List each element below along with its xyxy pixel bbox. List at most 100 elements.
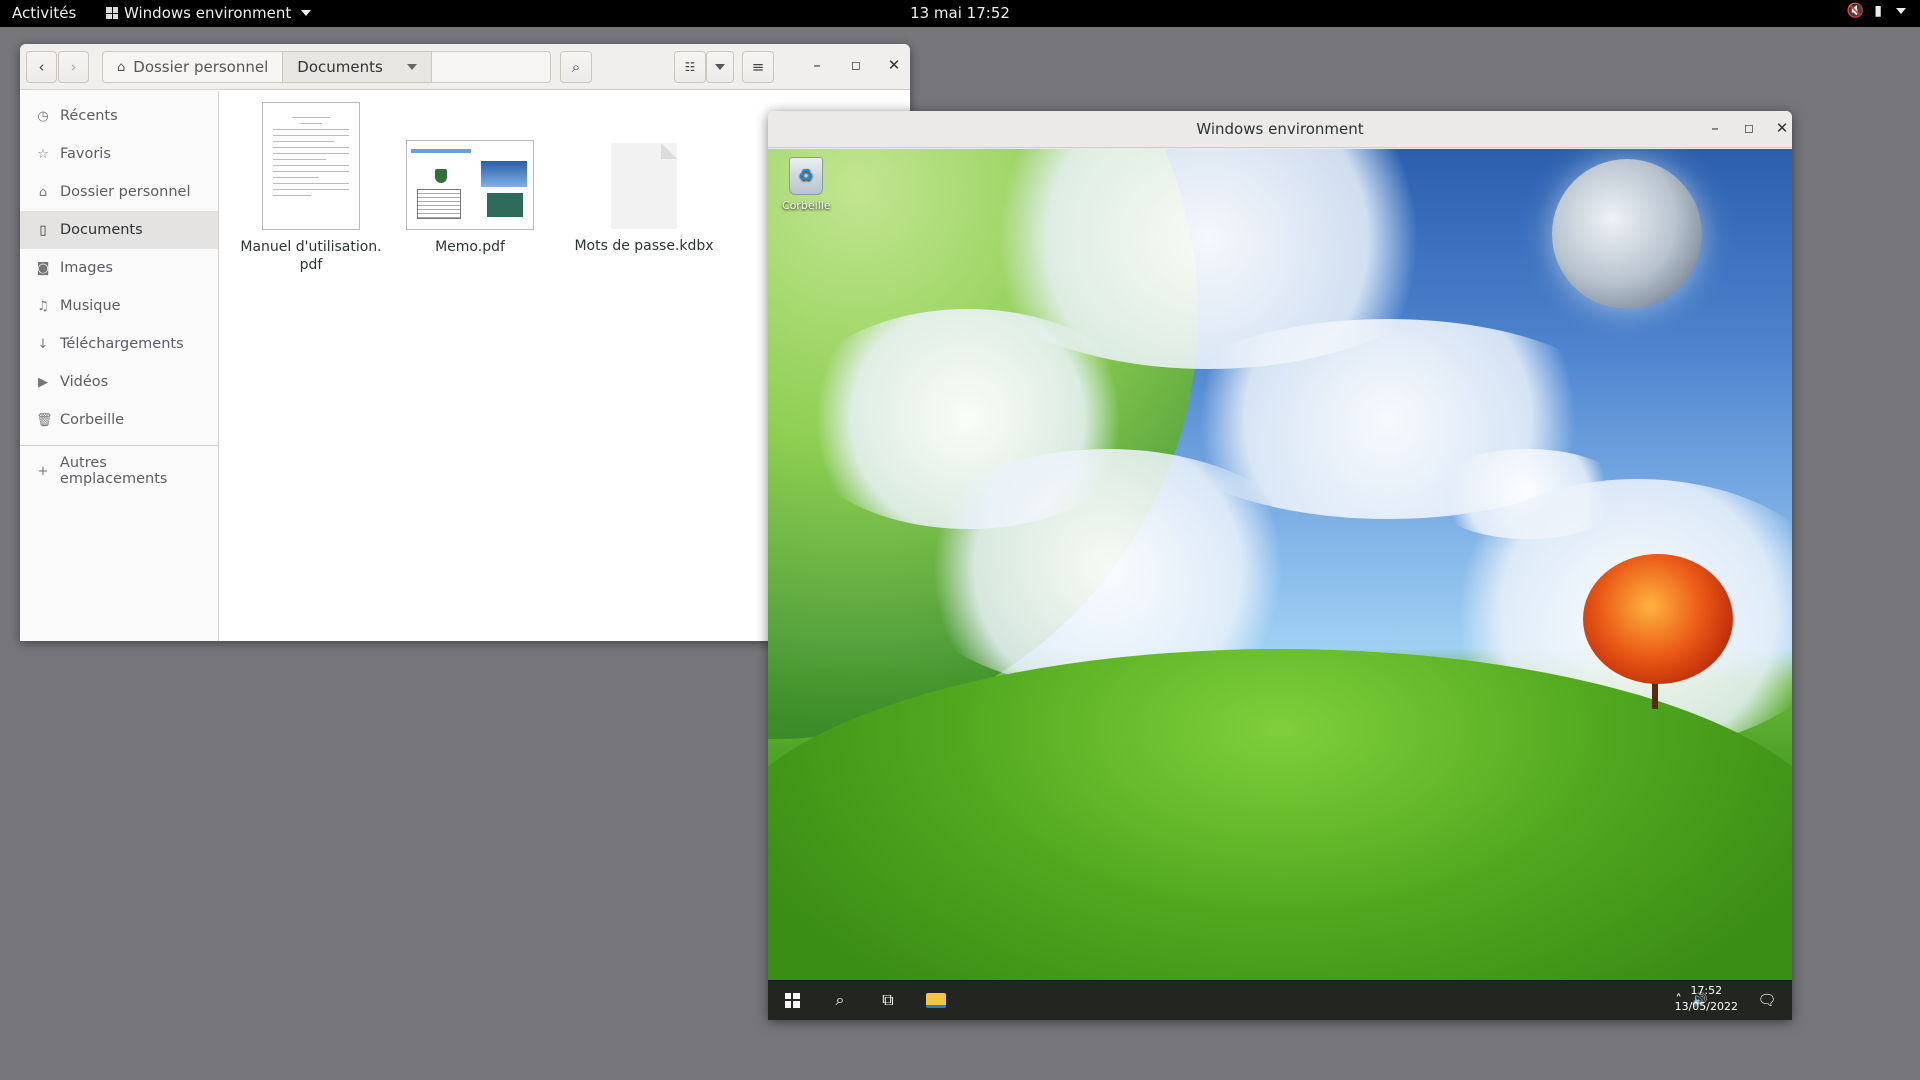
- action-center-button[interactable]: 🗨: [1752, 980, 1782, 1020]
- sidebar-item-home[interactable]: ⌂ Dossier personnel: [20, 173, 218, 211]
- file-name: Manuel d'utilisation.: [240, 239, 382, 255]
- windows-logo-icon: [784, 992, 800, 1008]
- files-headerbar: ‹ › ⌂ Dossier personnel Documents ⌕ ☷ ≡ …: [20, 44, 910, 90]
- search-icon: ⌕: [571, 58, 581, 76]
- sidebar-item-label: Images: [60, 260, 113, 276]
- chevron-down-icon: [406, 64, 417, 70]
- places-sidebar: ◷ Récents ☆ Favoris ⌂ Dossier personnel ▯ Do…: [20, 91, 219, 641]
- home-icon: ⌂: [38, 184, 48, 200]
- taskbar-search-button[interactable]: ⌕: [816, 980, 864, 1020]
- taskbar-time: 17:52: [1690, 984, 1723, 997]
- pdf-thumbnail: [262, 102, 360, 230]
- sidebar-item-label: Dossier personnel: [60, 184, 191, 200]
- file-name: Mots de passe.kdbx: [574, 238, 714, 254]
- task-view-icon: ⧉: [882, 990, 894, 1009]
- path-documents-segment[interactable]: Documents: [283, 52, 432, 82]
- volume-muted-icon[interactable]: 🔇: [1847, 3, 1864, 19]
- notification-icon: 🗨: [1757, 991, 1777, 1009]
- path-current-label: Documents: [297, 58, 383, 76]
- sidebar-item-downloads[interactable]: ↓ Téléchargements: [20, 325, 218, 363]
- sidebar-item-recents[interactable]: ◷ Récents: [20, 97, 218, 135]
- windows-desktop[interactable]: Corbeille: [768, 149, 1792, 981]
- sidebar-item-label: Récents: [60, 108, 118, 124]
- close-button[interactable]: ✕: [1772, 119, 1792, 137]
- star-icon: ☆: [37, 146, 49, 162]
- wallpaper-hill: [768, 649, 1792, 981]
- taskbar-date: 13/05/2022: [1674, 1000, 1738, 1013]
- path-bar: ⌂ Dossier personnel Documents: [102, 51, 551, 83]
- view-list-button[interactable]: ☷: [674, 51, 706, 83]
- back-button[interactable]: ‹: [26, 51, 57, 83]
- path-empty-area[interactable]: [431, 52, 550, 82]
- task-view-button[interactable]: ⧉: [864, 980, 912, 1020]
- sidebar-item-label: Musique: [60, 298, 121, 314]
- battery-icon[interactable]: ▮: [1874, 3, 1882, 19]
- download-icon: ↓: [37, 336, 49, 352]
- clock-icon: ◷: [37, 108, 49, 124]
- sidebar-item-label: Vidéos: [60, 374, 109, 390]
- system-tray[interactable]: 🔇 ▮: [1847, 3, 1906, 19]
- sidebar-item-label: Corbeille: [60, 412, 125, 428]
- recycle-bin-icon: [789, 157, 823, 195]
- vm-titlebar: Windows environment – ◻ ✕: [768, 111, 1792, 148]
- windows-taskbar: ⌕ ⧉ ˄ 🔊 17:52 13/05/2022 🗨: [768, 980, 1792, 1020]
- file-item[interactable]: Mots de passe.kdbx: [569, 143, 719, 255]
- chevron-down-icon: [715, 64, 725, 70]
- sidebar-item-music[interactable]: ♫ Musique: [20, 287, 218, 325]
- camera-icon: ◙: [36, 260, 50, 276]
- view-options-button[interactable]: [706, 51, 734, 83]
- music-icon: ♫: [37, 298, 49, 314]
- taskbar-clock[interactable]: 17:52 13/05/2022: [1675, 983, 1738, 1015]
- sidebar-item-label: Documents: [60, 222, 143, 238]
- file-explorer-button[interactable]: [912, 980, 960, 1020]
- chevron-right-icon: ›: [70, 58, 77, 76]
- sidebar-item-favorites[interactable]: ☆ Favoris: [20, 135, 218, 173]
- hamburger-icon: ≡: [751, 58, 765, 76]
- wallpaper-moon: [1552, 159, 1702, 309]
- file-name: Memo.pdf: [435, 239, 505, 255]
- file-item[interactable]: Manuel d'utilisation. pdf: [236, 102, 386, 274]
- video-icon: ▶: [38, 374, 48, 390]
- sidebar-item-videos[interactable]: ▶ Vidéos: [20, 363, 218, 401]
- minimize-button[interactable]: –: [1705, 119, 1725, 137]
- start-button[interactable]: [768, 980, 816, 1020]
- activities-button[interactable]: Activités: [12, 4, 76, 22]
- windows-app-icon: [106, 7, 118, 19]
- folder-icon: [926, 992, 946, 1008]
- system-menu-caret-icon[interactable]: [1896, 8, 1906, 14]
- gnome-top-bar: 13 mai 17:52 Activités Windows environme…: [0, 0, 1920, 27]
- wallpaper-tree: [1583, 554, 1733, 684]
- search-button[interactable]: ⌕: [560, 51, 592, 83]
- app-menu-label: Windows environment: [124, 4, 292, 22]
- recycle-bin-shortcut[interactable]: Corbeille: [782, 157, 831, 212]
- sidebar-item-label: Autres emplacements: [59, 455, 168, 487]
- generic-file-icon: [611, 143, 677, 229]
- trash-icon: 🗑: [36, 412, 53, 428]
- maximize-button[interactable]: ◻: [846, 58, 866, 72]
- sidebar-item-trash[interactable]: 🗑 Corbeille: [20, 401, 218, 439]
- file-item[interactable]: Memo.pdf: [395, 140, 545, 256]
- close-button[interactable]: ✕: [884, 56, 904, 74]
- app-menu[interactable]: Windows environment: [106, 4, 312, 22]
- minimize-button[interactable]: –: [807, 56, 827, 74]
- maximize-button[interactable]: ◻: [1739, 121, 1759, 135]
- home-icon: ⌂: [117, 59, 126, 75]
- chevron-left-icon: ‹: [38, 58, 45, 76]
- list-view-icon: ☷: [684, 60, 696, 74]
- search-icon: ⌕: [835, 990, 845, 1009]
- sidebar-item-other-locations[interactable]: + Autres emplacements: [20, 452, 218, 490]
- menu-button[interactable]: ≡: [742, 51, 774, 83]
- file-name-continued: pdf: [299, 257, 323, 273]
- sidebar-item-label: Téléchargements: [60, 336, 184, 352]
- document-icon: ▯: [39, 222, 47, 238]
- sidebar-item-label: Favoris: [60, 146, 111, 162]
- path-home-segment[interactable]: ⌂ Dossier personnel: [103, 52, 284, 82]
- path-home-label: Dossier personnel: [133, 58, 269, 76]
- windows-environment-window: Windows environment – ◻ ✕ Corbeille ⌕ ⧉ …: [768, 111, 1792, 1020]
- sidebar-divider: [20, 445, 218, 446]
- vm-window-title: Windows environment: [1196, 120, 1364, 138]
- forward-button[interactable]: ›: [58, 51, 89, 83]
- sidebar-item-images[interactable]: ◙ Images: [20, 249, 218, 287]
- top-bar-clock[interactable]: 13 mai 17:52: [910, 4, 1010, 22]
- sidebar-item-documents[interactable]: ▯ Documents: [20, 211, 218, 249]
